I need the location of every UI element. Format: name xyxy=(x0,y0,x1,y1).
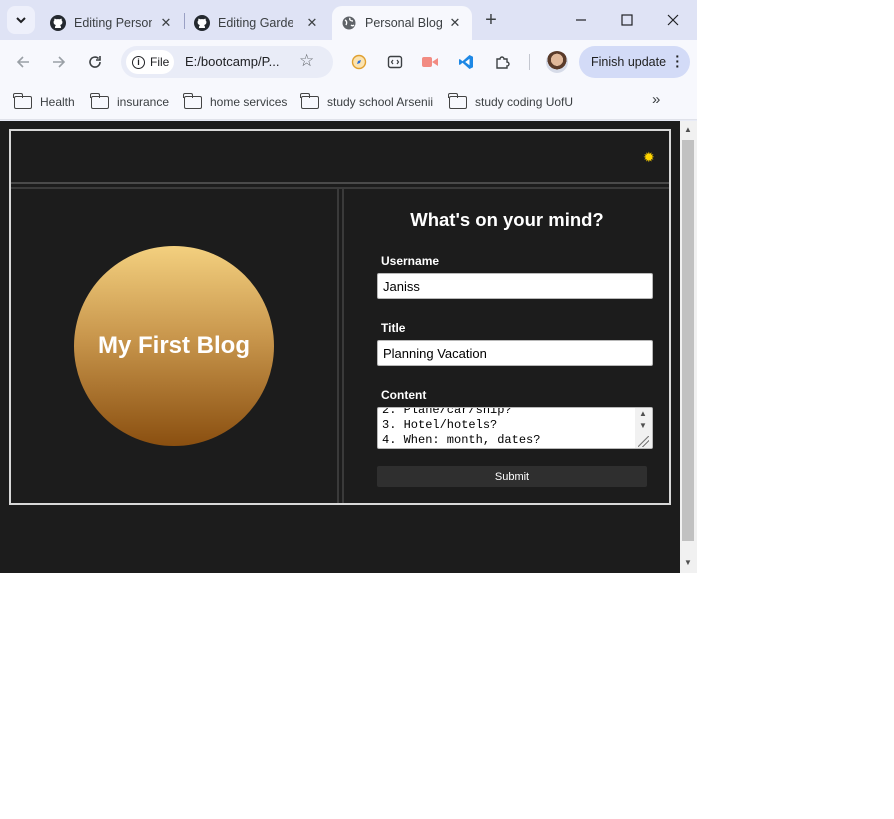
resize-handle-icon[interactable] xyxy=(638,436,649,447)
tab-strip: Editing Personal ✕ Editing Garden ✕ Pers… xyxy=(0,0,697,40)
puzzle-extensions-icon[interactable] xyxy=(493,52,513,72)
folder-icon xyxy=(300,92,319,109)
toolbar-divider xyxy=(529,54,530,70)
panel-divider xyxy=(342,189,344,503)
content-label: Content xyxy=(381,388,427,402)
browser-toolbar: i File E:/bootcamp/P... ☆ Finish update … xyxy=(0,40,697,84)
site-info-chip[interactable]: i File xyxy=(126,50,174,74)
forward-arrow-icon[interactable] xyxy=(47,50,71,74)
hero-title: My First Blog xyxy=(97,332,250,359)
github-icon xyxy=(194,15,210,31)
scheme-label: File xyxy=(150,55,170,69)
tab-editing-personal[interactable]: Editing Personal ✕ xyxy=(40,6,183,40)
title-label: Title xyxy=(381,321,406,335)
scrollbar-thumb[interactable] xyxy=(682,140,694,541)
textarea-scrollbar[interactable]: ▲ ▼ xyxy=(635,408,652,448)
folder-icon xyxy=(183,92,202,109)
bookmark-folder[interactable]: Health xyxy=(13,92,75,112)
profile-avatar[interactable] xyxy=(546,51,568,73)
maximize-icon[interactable] xyxy=(604,0,650,40)
close-window-icon[interactable] xyxy=(650,0,696,40)
folder-icon xyxy=(448,92,467,109)
bookmark-folder[interactable]: insurance xyxy=(90,92,170,112)
hero-circle: My First Blog xyxy=(74,246,274,446)
close-tab-icon[interactable]: ✕ xyxy=(157,14,175,32)
sun-icon[interactable]: ✹ xyxy=(643,149,655,166)
address-bar[interactable]: i File E:/bootcamp/P... ☆ xyxy=(121,46,333,78)
bookmark-label: home services xyxy=(210,95,288,109)
close-tab-icon[interactable]: ✕ xyxy=(303,14,321,32)
form-heading: What's on your mind? xyxy=(410,209,604,230)
submit-button[interactable]: Submit xyxy=(377,466,647,487)
page-scrollbar[interactable]: ▲ ▼ xyxy=(680,121,697,573)
bookmark-label: insurance xyxy=(117,95,170,109)
bookmark-folder[interactable]: study coding UofU xyxy=(448,92,574,112)
bookmark-label: study school Arsenii xyxy=(327,95,434,109)
tab-search-button[interactable] xyxy=(7,6,35,34)
chevron-down-icon xyxy=(16,17,26,24)
scroll-up-icon[interactable]: ▲ xyxy=(639,409,647,418)
tab-title: Editing Personal xyxy=(74,16,152,30)
reload-icon[interactable] xyxy=(83,50,107,74)
browser-window: Editing Personal ✕ Editing Garden ✕ Pers… xyxy=(0,0,697,573)
page-viewport: ✹ My First Blog What's on your mind? Use… xyxy=(0,121,680,573)
content-line: 3. Hotel/hotels? xyxy=(382,418,498,432)
scroll-down-icon[interactable]: ▼ xyxy=(639,421,647,430)
username-input[interactable]: Janiss xyxy=(377,273,653,299)
compass-extension-icon[interactable] xyxy=(349,52,369,72)
page-frame: ✹ My First Blog What's on your mind? Use… xyxy=(9,129,671,505)
content-line: 2. Plane/car/ship? xyxy=(382,407,512,417)
back-arrow-icon[interactable] xyxy=(11,50,35,74)
bookmark-label: study coding UofU xyxy=(475,95,574,109)
content-textarea[interactable]: 2. Plane/car/ship? 3. Hotel/hotels? 4. Whe… xyxy=(377,407,653,449)
title-input[interactable]: Planning Vacation xyxy=(377,340,653,366)
bookmarks-overflow-icon[interactable]: » xyxy=(652,91,660,108)
content-line: 4. When: month, dates? xyxy=(382,433,541,447)
hero-panel: My First Blog xyxy=(11,189,339,503)
video-extension-icon[interactable] xyxy=(420,52,440,72)
tab-title: Personal Blog xyxy=(365,16,443,30)
tab-editing-garden[interactable]: Editing Garden ✕ xyxy=(186,6,329,40)
bookmarks-bar: Health insurance home services study sch… xyxy=(0,84,697,120)
info-icon: i xyxy=(132,55,145,69)
new-tab-button[interactable]: + xyxy=(480,9,502,31)
bookmark-folder[interactable]: home services xyxy=(183,92,288,112)
username-label: Username xyxy=(381,254,440,268)
post-form: What's on your mind? Username Janiss Tit… xyxy=(345,189,669,503)
folder-icon xyxy=(13,92,32,109)
url-text: E:/bootcamp/P... xyxy=(185,54,280,69)
vscode-icon[interactable] xyxy=(456,52,476,72)
tab-personal-blog[interactable]: Personal Blog ✕ xyxy=(332,6,472,40)
tab-divider xyxy=(184,13,185,29)
scroll-up-icon[interactable]: ▲ xyxy=(684,125,692,134)
folder-icon xyxy=(90,92,109,109)
bookmark-star-icon[interactable]: ☆ xyxy=(299,51,314,71)
close-tab-icon[interactable]: ✕ xyxy=(446,14,464,32)
bookmark-label: Health xyxy=(40,95,75,109)
globe-icon xyxy=(341,15,357,31)
github-icon xyxy=(50,15,66,31)
content-text: 2. Plane/car/ship? 3. Hotel/hotels? 4. Whe… xyxy=(382,407,541,448)
more-menu-icon[interactable]: · · · xyxy=(675,49,680,73)
bookmark-folder[interactable]: study school Arsenii xyxy=(300,92,434,112)
minimize-icon[interactable] xyxy=(558,0,604,40)
scroll-down-icon[interactable]: ▼ xyxy=(684,558,692,567)
tab-title: Editing Garden xyxy=(218,16,293,30)
page-header: ✹ xyxy=(11,131,669,184)
finish-update-label: Finish update xyxy=(591,55,667,69)
code-extension-icon[interactable] xyxy=(385,52,405,72)
finish-update-button[interactable]: Finish update · · · xyxy=(579,46,690,78)
